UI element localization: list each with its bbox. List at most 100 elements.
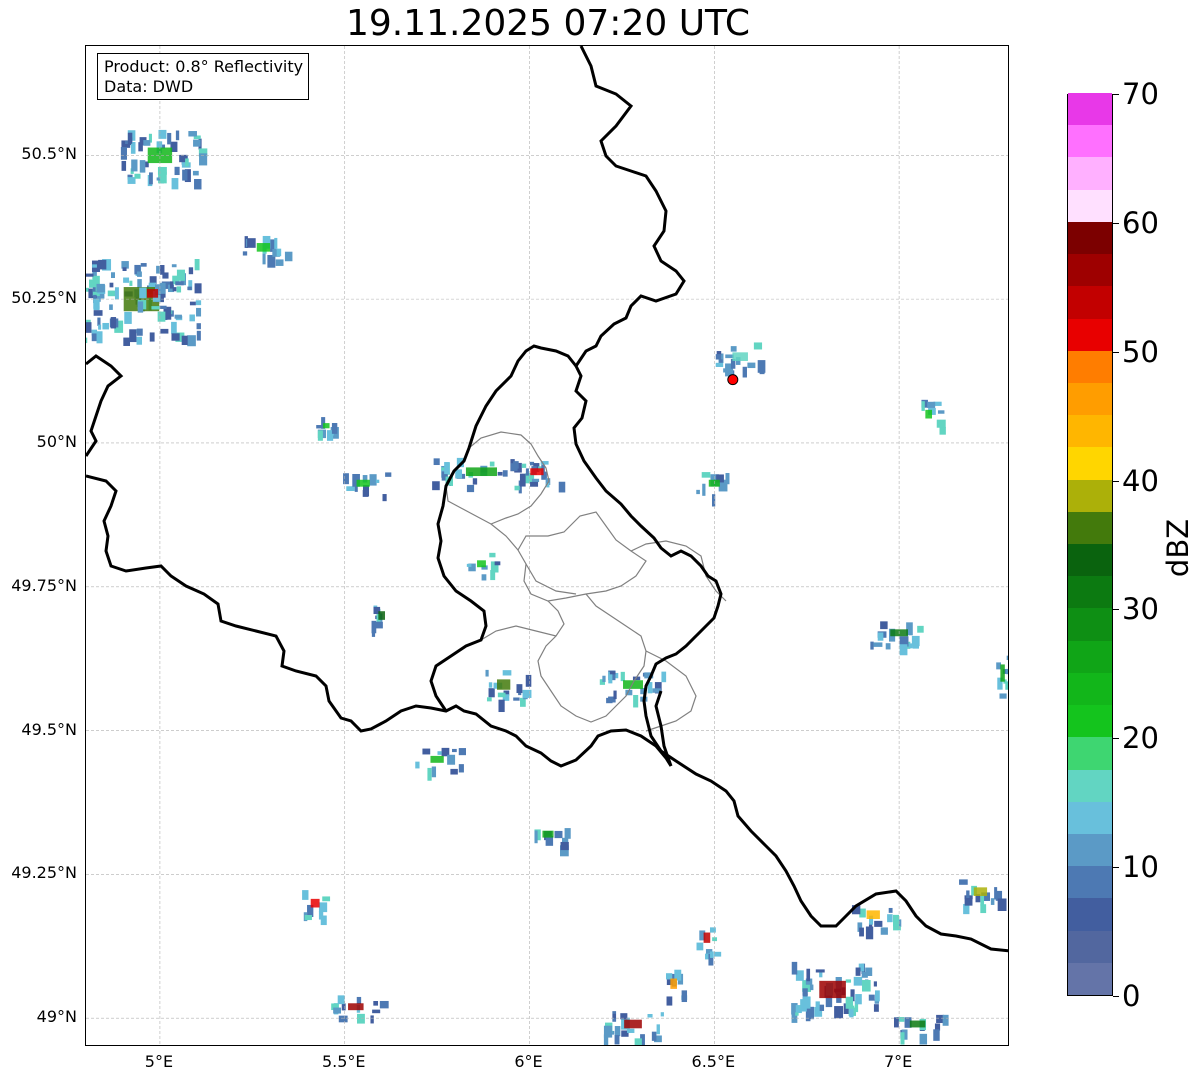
- reflectivity-echoes: [86, 129, 1008, 1045]
- echo-pixel: [137, 279, 142, 289]
- echo-pixel: [151, 306, 161, 310]
- echo-pixel: [137, 271, 142, 277]
- echo-pixel: [86, 322, 92, 333]
- echo-pixel: [171, 264, 177, 268]
- echo-pixel: [666, 996, 673, 1006]
- echo-core: [322, 423, 330, 429]
- colorbar-tick-mark: [1113, 867, 1119, 869]
- lon-tick-label: 6.5°E: [691, 1052, 736, 1071]
- echo-pixel: [437, 751, 442, 755]
- echo-pixel: [560, 841, 569, 851]
- echo-pixel: [874, 920, 883, 927]
- echo-pixel: [128, 137, 133, 144]
- echo-cell: [996, 655, 1008, 699]
- echo-pixel: [488, 682, 493, 688]
- colorbar-segment: [1068, 221, 1112, 255]
- echo-pixel: [868, 994, 875, 1001]
- echo-pixel: [452, 748, 457, 753]
- echo-pixel: [341, 1003, 346, 1011]
- echo-pixel: [86, 273, 94, 277]
- echo-pixel: [502, 470, 508, 477]
- echo-pixel: [318, 902, 328, 913]
- echo-pixel: [458, 748, 466, 756]
- echo-pixel: [169, 281, 174, 289]
- echo-pixel: [893, 926, 901, 931]
- colorbar-tick-mark: [1113, 738, 1119, 740]
- echo-pixel: [980, 895, 985, 906]
- echo-pixel: [98, 259, 107, 270]
- echo-pixel: [497, 471, 503, 476]
- echo-pixel: [194, 283, 202, 294]
- echo-pixel: [1005, 668, 1008, 675]
- echo-cell: [343, 472, 392, 502]
- echo-pixel: [880, 621, 888, 630]
- echo-pixel: [316, 425, 324, 429]
- echo-pixel: [859, 927, 864, 937]
- echo-pixel: [702, 483, 706, 496]
- echo-pixel: [851, 1005, 855, 1009]
- echo-pixel: [519, 473, 526, 487]
- colorbar-tick-label: 40: [1122, 463, 1159, 498]
- echo-pixel: [525, 468, 529, 476]
- colorbar-tick-mark: [1113, 996, 1119, 997]
- echo-pixel: [102, 322, 109, 330]
- echo-cell: [959, 879, 1007, 915]
- echo-core: [465, 467, 497, 477]
- colorbar-tick-mark: [1113, 351, 1119, 353]
- country-borders: [86, 46, 1008, 953]
- echo-pixel: [806, 968, 811, 982]
- echo-core: [496, 679, 511, 690]
- echo-pixel: [714, 951, 722, 957]
- echo-pixel: [466, 563, 472, 567]
- echo-pixel: [514, 485, 520, 491]
- echo-pixel: [458, 764, 464, 773]
- echo-pixel: [157, 311, 166, 322]
- echo-core: [909, 1020, 926, 1028]
- echo-pixel: [1005, 681, 1008, 690]
- echo-pixel: [937, 410, 945, 414]
- echo-pixel: [634, 1038, 642, 1045]
- echo-pixel: [96, 331, 103, 344]
- colorbar-tick-mark: [1113, 222, 1119, 224]
- echo-pixel: [432, 481, 440, 491]
- echo-pixel: [806, 1006, 815, 1020]
- echo-pixel: [696, 489, 700, 495]
- lat-tick-label: 50.5°N: [21, 144, 77, 164]
- echo-core: [256, 243, 271, 252]
- echo-core: [430, 755, 444, 763]
- echo-pixel: [873, 981, 877, 987]
- echo-pixel: [1006, 655, 1008, 661]
- echo-pixel: [346, 486, 355, 492]
- radar-site-marker[interactable]: [727, 374, 739, 386]
- echo-pixel: [92, 264, 97, 268]
- colorbar-tick-label: 30: [1122, 592, 1159, 627]
- radar-map[interactable]: [85, 45, 1009, 1046]
- colorbar-segment: [1068, 575, 1112, 609]
- echo-pixel: [620, 671, 625, 682]
- data-source-label: Data: DWD: [104, 77, 194, 96]
- echo-pixel: [175, 281, 184, 286]
- echo-pixel: [444, 462, 450, 475]
- map-canvas[interactable]: [86, 46, 1009, 1046]
- echo-cell: [696, 472, 730, 507]
- colorbar-tick-label: 0: [1122, 979, 1141, 1013]
- echo-pixel: [276, 248, 282, 257]
- lat-tick-label: 50.25°N: [11, 288, 77, 308]
- echo-pixel: [187, 335, 196, 347]
- echo-pixel: [531, 478, 540, 483]
- echo-pixel: [795, 1012, 799, 1016]
- echo-pixel: [176, 269, 185, 281]
- echo-core: [477, 560, 486, 568]
- echo-pixel: [188, 267, 194, 275]
- echo-pixel: [427, 767, 432, 781]
- echo-pixel: [192, 170, 199, 176]
- echo-pixel: [127, 177, 136, 184]
- echo-pixel: [651, 1031, 657, 1041]
- echo-pixel: [730, 346, 737, 352]
- echo-pixel: [188, 131, 197, 137]
- echo-pixel: [195, 300, 202, 306]
- echo-core: [623, 680, 643, 689]
- map-title: 19.11.2025 07:20 UTC: [345, 3, 751, 44]
- echo-pixel: [370, 1015, 374, 1024]
- echo-pixel: [134, 173, 141, 179]
